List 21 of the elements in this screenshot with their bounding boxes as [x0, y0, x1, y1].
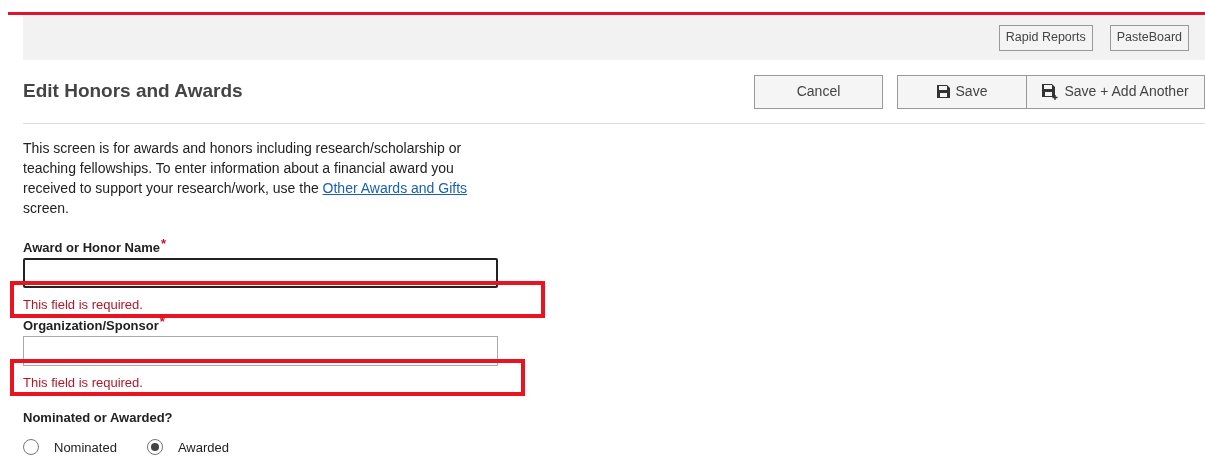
- toolbar-button[interactable]: Rapid Reports: [998, 24, 1093, 51]
- required-mark: *: [159, 316, 165, 328]
- question-label: Nominated or Awarded?: [23, 409, 174, 427]
- save-button[interactable]: Save: [897, 74, 1027, 109]
- radio-button[interactable]: [23, 439, 39, 456]
- intro-paragraph: This screen is for awards and honors including research/scholarship or teaching fellowships. To enter information about a financial award you received to support your research/work, use the Other Awards and Gifts screen.: [23, 139, 469, 218]
- radio-button[interactable]: [146, 439, 163, 456]
- error-message: This field is required.: [23, 297, 143, 312]
- save-add-button[interactable]: Save + Add Another: [1027, 74, 1205, 109]
- toolbar-button[interactable]: PasteBoard: [1109, 24, 1189, 51]
- field-label: Award or Honor Name: [23, 239, 160, 257]
- radio-label: Awarded: [177, 438, 229, 457]
- save-add-icon: [1042, 83, 1059, 100]
- page-title: Edit Honors and Awards: [23, 79, 244, 104]
- error-message: This field is required.: [23, 375, 143, 390]
- required-mark: *: [161, 238, 167, 250]
- save-icon: [936, 85, 950, 98]
- cancel-button[interactable]: Cancel: [754, 74, 883, 109]
- radio-label: Nominated: [54, 438, 117, 457]
- other-awards-link[interactable]: Other Awards and Gifts: [322, 180, 468, 196]
- field-label: Organization/Sponsor: [23, 317, 159, 335]
